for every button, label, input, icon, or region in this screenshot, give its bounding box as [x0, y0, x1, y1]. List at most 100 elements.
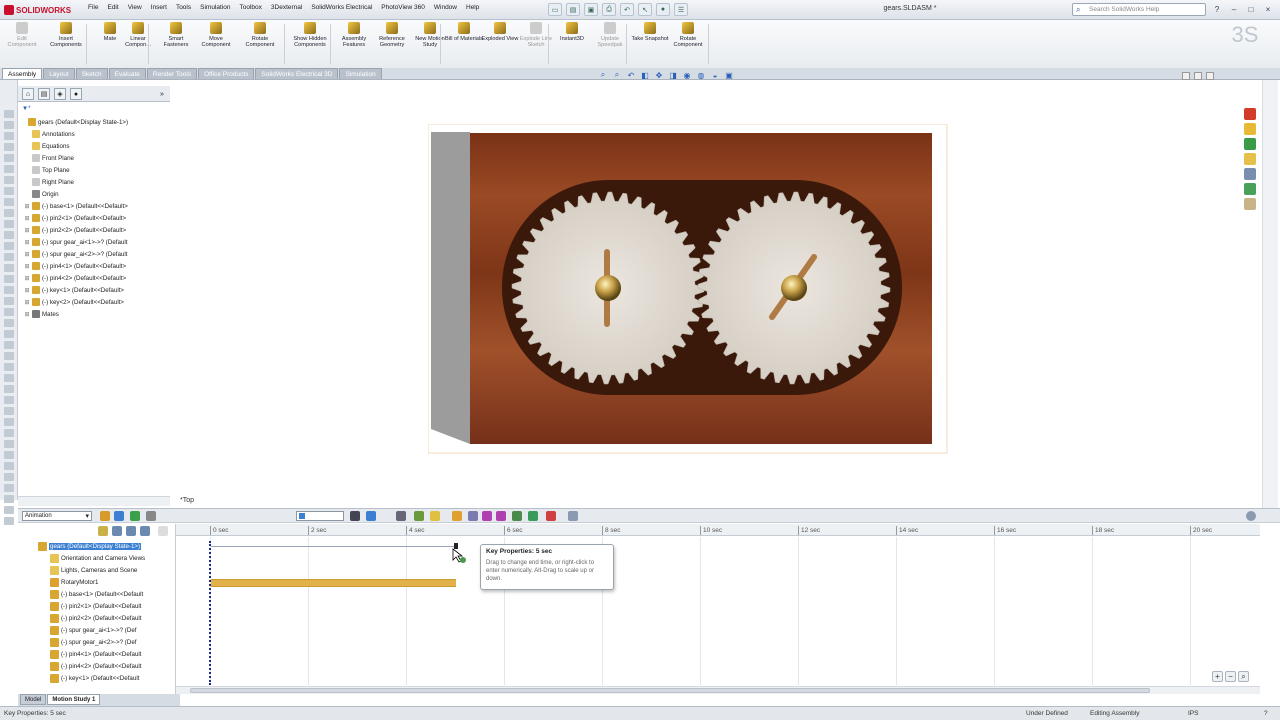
menu-item-10[interactable]: Window — [434, 4, 457, 16]
left-strip-tool-icon[interactable] — [4, 396, 14, 404]
timeline-scrollbar[interactable] — [176, 686, 1260, 694]
left-strip-tool-icon[interactable] — [4, 154, 14, 162]
feature-tree-item[interactable]: ⊞ (-) key<2> (Default<<Default> — [24, 296, 124, 308]
left-strip-tool-icon[interactable] — [4, 341, 14, 349]
ribbon-button-17[interactable]: Rotate Component — [668, 22, 708, 66]
apply-scene-icon[interactable]: ◒ — [710, 70, 720, 80]
expand-toggle-icon[interactable]: ⊞ — [24, 251, 30, 258]
feature-tree-item[interactable]: ⊞ (-) spur gear_ai<1>->? (Default — [24, 236, 127, 248]
feature-tree-item[interactable]: Origin — [24, 188, 59, 200]
contact-icon[interactable] — [512, 511, 522, 521]
expand-toggle-icon[interactable]: ⊞ — [24, 287, 30, 294]
expand-toggle-icon[interactable]: ⊞ — [24, 203, 30, 210]
autokey-icon[interactable] — [414, 511, 424, 521]
minimize-icon[interactable]: – — [1227, 3, 1241, 15]
filter-driving-icon[interactable] — [112, 526, 122, 536]
menu-item-0[interactable]: File — [88, 4, 98, 16]
motion-tree-item[interactable]: gears (Default<Display State-1>) — [38, 540, 142, 552]
viewport-restore-icon[interactable] — [1194, 72, 1202, 80]
motion-tree-item[interactable]: Lights, Cameras and Scene — [50, 564, 137, 576]
design-library-icon[interactable] — [1244, 123, 1256, 135]
left-strip-tool-icon[interactable] — [4, 286, 14, 294]
menu-item-8[interactable]: SolidWorks Electrical — [311, 4, 372, 16]
left-strip-tool-icon[interactable] — [4, 506, 14, 514]
left-strip-tool-icon[interactable] — [4, 187, 14, 195]
left-strip-tool-icon[interactable] — [4, 319, 14, 327]
left-strip-tool-icon[interactable] — [4, 231, 14, 239]
left-strip-tool-icon[interactable] — [4, 407, 14, 415]
timeline-ruler[interactable]: 0 sec 2 sec 4 sec 6 sec 8 sec 10 sec 12 sec 14 … — [176, 524, 1260, 536]
forum-icon[interactable] — [1244, 198, 1256, 210]
ribbon-button-11[interactable]: Bill of Materials — [444, 22, 484, 66]
undo-icon[interactable]: ↶ — [620, 3, 634, 16]
new-document-icon[interactable]: ▭ — [548, 3, 562, 16]
expand-toggle-icon[interactable]: ⊞ — [24, 215, 30, 222]
left-strip-tool-icon[interactable] — [4, 484, 14, 492]
left-strip-tool-icon[interactable] — [4, 330, 14, 338]
play-icon[interactable] — [130, 511, 140, 521]
gear-assembly-model[interactable] — [428, 124, 948, 454]
damper-icon[interactable] — [482, 511, 492, 521]
left-strip-tool-icon[interactable] — [4, 176, 14, 184]
left-strip-tool-icon[interactable] — [4, 132, 14, 140]
custom-properties-icon[interactable] — [1244, 183, 1256, 195]
add-key-icon[interactable] — [430, 511, 440, 521]
feature-tree-item[interactable]: Top Plane — [24, 164, 70, 176]
ribbon-button-7[interactable]: Show Hidden Components — [286, 22, 334, 66]
study-properties-icon[interactable] — [568, 511, 578, 521]
file-explorer-icon[interactable] — [1244, 138, 1256, 150]
left-strip-tool-icon[interactable] — [4, 165, 14, 173]
bottom-tab-model[interactable]: Model — [20, 694, 47, 705]
motion-tree-item[interactable]: (-) key<1> (Default<<Default — [50, 672, 139, 684]
ribbon-button-3[interactable]: Linear Compon... — [118, 22, 158, 66]
options-icon[interactable]: ☰ — [674, 3, 688, 16]
menu-item-5[interactable]: Simulation — [200, 4, 230, 16]
zoom-in-icon[interactable]: + — [1212, 671, 1223, 682]
playback-mode-icon[interactable] — [350, 511, 360, 521]
expand-toggle-icon[interactable]: ⊞ — [24, 263, 30, 270]
animation-wizard-icon[interactable] — [396, 511, 406, 521]
menu-item-11[interactable]: Help — [466, 4, 479, 16]
feature-tree-item[interactable]: ⊞ (-) spur gear_ai<2>->? (Default — [24, 248, 127, 260]
motion-tree-item[interactable]: (-) pin2<1> (Default<<Default — [50, 600, 141, 612]
feature-tree-item[interactable]: Annotations — [24, 128, 75, 140]
left-strip-tool-icon[interactable] — [4, 297, 14, 305]
menu-item-6[interactable]: Toolbox — [239, 4, 261, 16]
spring-icon[interactable] — [468, 511, 478, 521]
previous-view-icon[interactable]: ↶ — [626, 70, 636, 80]
solidworks-logo[interactable]: SOLIDWORKS — [4, 3, 84, 17]
save-icon[interactable]: ▣ — [584, 3, 598, 16]
tab-render-tools[interactable]: Render Tools — [146, 68, 198, 79]
help-status-icon[interactable]: ? — [1264, 710, 1268, 717]
left-strip-tool-icon[interactable] — [4, 451, 14, 459]
zoom-fit-icon[interactable]: ⌕ — [1238, 671, 1249, 682]
tab-simulation[interactable]: Simulation — [339, 68, 382, 79]
menu-item-2[interactable]: View — [128, 4, 142, 16]
study-type-select[interactable]: Animation — [22, 511, 92, 521]
motion-tree-item[interactable]: RotaryMotor1 — [50, 576, 98, 588]
save-animation-icon[interactable] — [366, 511, 376, 521]
left-strip-tool-icon[interactable] — [4, 429, 14, 437]
left-strip-tool-icon[interactable] — [4, 363, 14, 371]
motion-tree-item[interactable]: (-) pin4<2> (Default<<Default — [50, 660, 141, 672]
viewport-minimize-icon[interactable] — [1182, 72, 1190, 80]
left-strip-tool-icon[interactable] — [4, 308, 14, 316]
left-strip-tool-icon[interactable] — [4, 264, 14, 272]
configuration-manager-tab-icon[interactable]: ◈ — [54, 88, 66, 100]
status-units[interactable]: IPS — [1188, 710, 1198, 717]
view-palette-icon[interactable] — [1244, 153, 1256, 165]
help-icon[interactable]: ? — [1210, 3, 1224, 15]
feature-tree-item[interactable]: ⊞ (-) pin2<1> (Default<<Default> — [24, 212, 126, 224]
results-plots-icon[interactable] — [546, 511, 556, 521]
left-strip-tool-icon[interactable] — [4, 209, 14, 217]
property-manager-tab-icon[interactable]: ▤ — [38, 88, 50, 100]
ribbon-button-4[interactable]: Smart Fasteners — [156, 22, 196, 66]
calculate-icon[interactable] — [100, 511, 110, 521]
timeline-scroll-thumb[interactable] — [190, 688, 1150, 693]
left-strip-tool-icon[interactable] — [4, 143, 14, 151]
view-settings-icon[interactable]: ▣ — [724, 70, 734, 80]
collapse-motion-manager-icon[interactable] — [1246, 511, 1256, 521]
gravity-icon[interactable] — [528, 511, 538, 521]
filter-animated-icon[interactable] — [98, 526, 108, 536]
display-style-icon[interactable]: ◨ — [668, 70, 678, 80]
